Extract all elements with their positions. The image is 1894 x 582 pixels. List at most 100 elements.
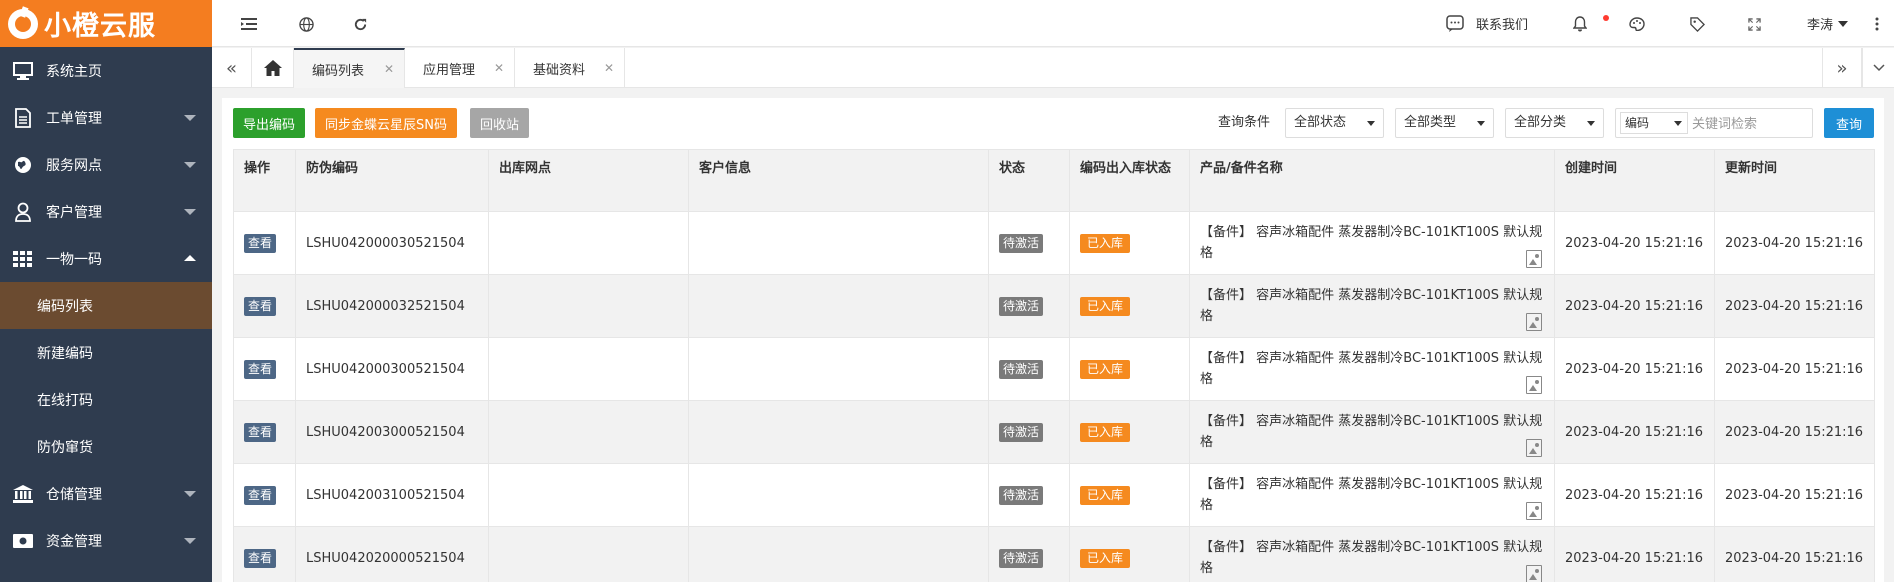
- column-header: 防伪编码: [295, 149, 489, 212]
- view-button[interactable]: 查看: [244, 422, 277, 442]
- created-time-cell: 2023-04-20 15:21:16: [1554, 211, 1715, 275]
- image-icon[interactable]: [1526, 565, 1542, 582]
- sidebar-subitem-new-code[interactable]: 新建编码: [0, 329, 212, 376]
- column-header: 编码出入库状态: [1069, 149, 1190, 212]
- chevron-down-icon: [184, 491, 196, 497]
- sidebar-item-workorders[interactable]: 工单管理: [0, 94, 212, 141]
- customer-cell: [688, 526, 989, 582]
- sidebar-item-warehouse[interactable]: 仓储管理: [0, 470, 212, 517]
- sidebar-subitem-label: 防伪窜货: [37, 439, 93, 456]
- updated-time-cell: 2023-04-20 15:21:16: [1714, 400, 1875, 464]
- bell-icon[interactable]: [1570, 14, 1590, 34]
- sidebar-item-service-outlets[interactable]: 服务网点: [0, 141, 212, 188]
- tab-code-list[interactable]: 编码列表 ✕: [294, 48, 405, 88]
- fullscreen-icon[interactable]: [1744, 14, 1764, 34]
- tab-home[interactable]: [252, 48, 294, 88]
- sync-sn-button[interactable]: 同步金蝶云星辰SN码: [315, 108, 457, 138]
- code-cell: LSHU042000300521504: [295, 337, 489, 401]
- image-icon[interactable]: [1526, 376, 1542, 394]
- search-field-select[interactable]: 编码: [1620, 112, 1688, 134]
- sidebar-subitem-online-print[interactable]: 在线打码: [0, 376, 212, 423]
- view-button[interactable]: 查看: [244, 359, 277, 379]
- sidebar-item-label: 仓储管理: [46, 486, 102, 503]
- image-icon[interactable]: [1526, 250, 1542, 268]
- logo[interactable]: 小橙云服: [0, 0, 212, 47]
- menu-toggle-icon[interactable]: [239, 14, 259, 34]
- created-time-cell: 2023-04-20 15:21:16: [1554, 526, 1715, 582]
- globe-icon[interactable]: [296, 14, 316, 34]
- created-time-cell: 2023-04-20 15:21:16: [1554, 463, 1715, 527]
- updated-time-cell: 2023-04-20 15:21:16: [1714, 211, 1875, 275]
- sidebar-subitem-anti-counterfeit[interactable]: 防伪窜货: [0, 423, 212, 470]
- table-row: 查看 LSHU042003100521504 待激活 已入库 【备件】 容声冰箱…: [233, 463, 1875, 527]
- recycle-bin-button[interactable]: 回收站: [470, 108, 530, 138]
- query-button[interactable]: 查询: [1824, 108, 1874, 138]
- sidebar-subitem-code-list[interactable]: 编码列表: [0, 282, 212, 329]
- close-icon[interactable]: ✕: [384, 62, 394, 76]
- double-chevron-left-icon: «: [225, 57, 237, 79]
- stock-status-badge: 已入库: [1080, 548, 1131, 568]
- chevron-down-icon: [1674, 121, 1682, 126]
- column-header: 创建时间: [1554, 149, 1715, 212]
- image-icon[interactable]: [1526, 313, 1542, 331]
- created-time-cell: 2023-04-20 15:21:16: [1554, 274, 1715, 338]
- status-select[interactable]: 全部状态: [1285, 108, 1384, 138]
- sidebar-item-label: 系统主页: [46, 63, 102, 80]
- sidebar-item-customers[interactable]: 客户管理: [0, 188, 212, 235]
- refresh-icon[interactable]: [350, 14, 370, 34]
- category-select[interactable]: 全部分类: [1505, 108, 1604, 138]
- tabs-scroll-left-button[interactable]: «: [212, 48, 252, 88]
- status-badge: 待激活: [999, 548, 1044, 568]
- table-row: 查看 LSHU042003000521504 待激活 已入库 【备件】 容声冰箱…: [233, 400, 1875, 464]
- view-button[interactable]: 查看: [244, 233, 277, 253]
- updated-time-cell: 2023-04-20 15:21:16: [1714, 526, 1875, 582]
- contact-us-link[interactable]: 联系我们: [1446, 0, 1528, 47]
- created-time-cell: 2023-04-20 15:21:16: [1554, 337, 1715, 401]
- close-icon[interactable]: ✕: [604, 61, 614, 75]
- view-button[interactable]: 查看: [244, 548, 277, 568]
- customer-cell: [688, 337, 989, 401]
- stock-status-badge: 已入库: [1080, 485, 1131, 505]
- home-icon: [263, 60, 282, 76]
- product-name: 【备件】 容声冰箱配件 蒸发器制冷BC-101KT100S 默认规格: [1200, 540, 1543, 576]
- code-cell: LSHU042003100521504: [295, 463, 489, 527]
- user-menu[interactable]: 李涛: [1807, 0, 1849, 47]
- view-button[interactable]: 查看: [244, 485, 277, 505]
- close-icon[interactable]: ✕: [494, 61, 504, 75]
- sidebar-item-label: 服务网点: [46, 157, 102, 174]
- logo-text: 小橙云服: [44, 11, 156, 42]
- sidebar-item-label: 客户管理: [46, 204, 102, 221]
- image-icon[interactable]: [1526, 439, 1542, 457]
- product-name: 【备件】 容声冰箱配件 蒸发器制冷BC-101KT100S 默认规格: [1200, 225, 1543, 261]
- tab-basic-data[interactable]: 基础资料 ✕: [515, 48, 625, 88]
- palette-icon[interactable]: [1627, 14, 1647, 34]
- view-button[interactable]: 查看: [244, 296, 277, 316]
- tab-app-management[interactable]: 应用管理 ✕: [405, 48, 515, 88]
- more-icon[interactable]: [1872, 14, 1882, 34]
- tabs-dropdown-button[interactable]: [1862, 48, 1894, 88]
- sidebar-item-home[interactable]: 系统主页: [0, 47, 212, 94]
- updated-time-cell: 2023-04-20 15:21:16: [1714, 463, 1875, 527]
- product-name: 【备件】 容声冰箱配件 蒸发器制冷BC-101KT100S 默认规格: [1200, 477, 1543, 513]
- monitor-icon: [12, 61, 34, 81]
- image-icon[interactable]: [1526, 502, 1542, 520]
- stock-status-badge: 已入库: [1080, 233, 1131, 253]
- sidebar-item-label: 资金管理: [46, 533, 102, 550]
- column-header: 状态: [988, 149, 1070, 212]
- tag-icon[interactable]: [1687, 14, 1707, 34]
- chevron-down-icon: [184, 115, 196, 121]
- filter-label: 查询条件: [1218, 115, 1271, 130]
- sidebar-item-one-code[interactable]: 一物一码: [0, 235, 212, 282]
- bank-icon: [12, 484, 34, 504]
- chevron-down-icon: [184, 162, 196, 168]
- main-content: 导出编码 同步金蝶云星辰SN码 回收站 查询条件 全部状态 全部类型 全部分类 …: [222, 98, 1884, 582]
- outlet-cell: [488, 400, 689, 464]
- column-header: 操作: [233, 149, 296, 212]
- type-select-value: 全部类型: [1404, 115, 1457, 130]
- export-codes-button[interactable]: 导出编码: [233, 108, 306, 138]
- tabs-scroll-right-button[interactable]: »: [1822, 48, 1862, 88]
- type-select[interactable]: 全部类型: [1395, 108, 1494, 138]
- sidebar-item-funds[interactable]: 资金管理: [0, 517, 212, 564]
- status-select-value: 全部状态: [1294, 115, 1347, 130]
- search-input[interactable]: [1692, 113, 1810, 135]
